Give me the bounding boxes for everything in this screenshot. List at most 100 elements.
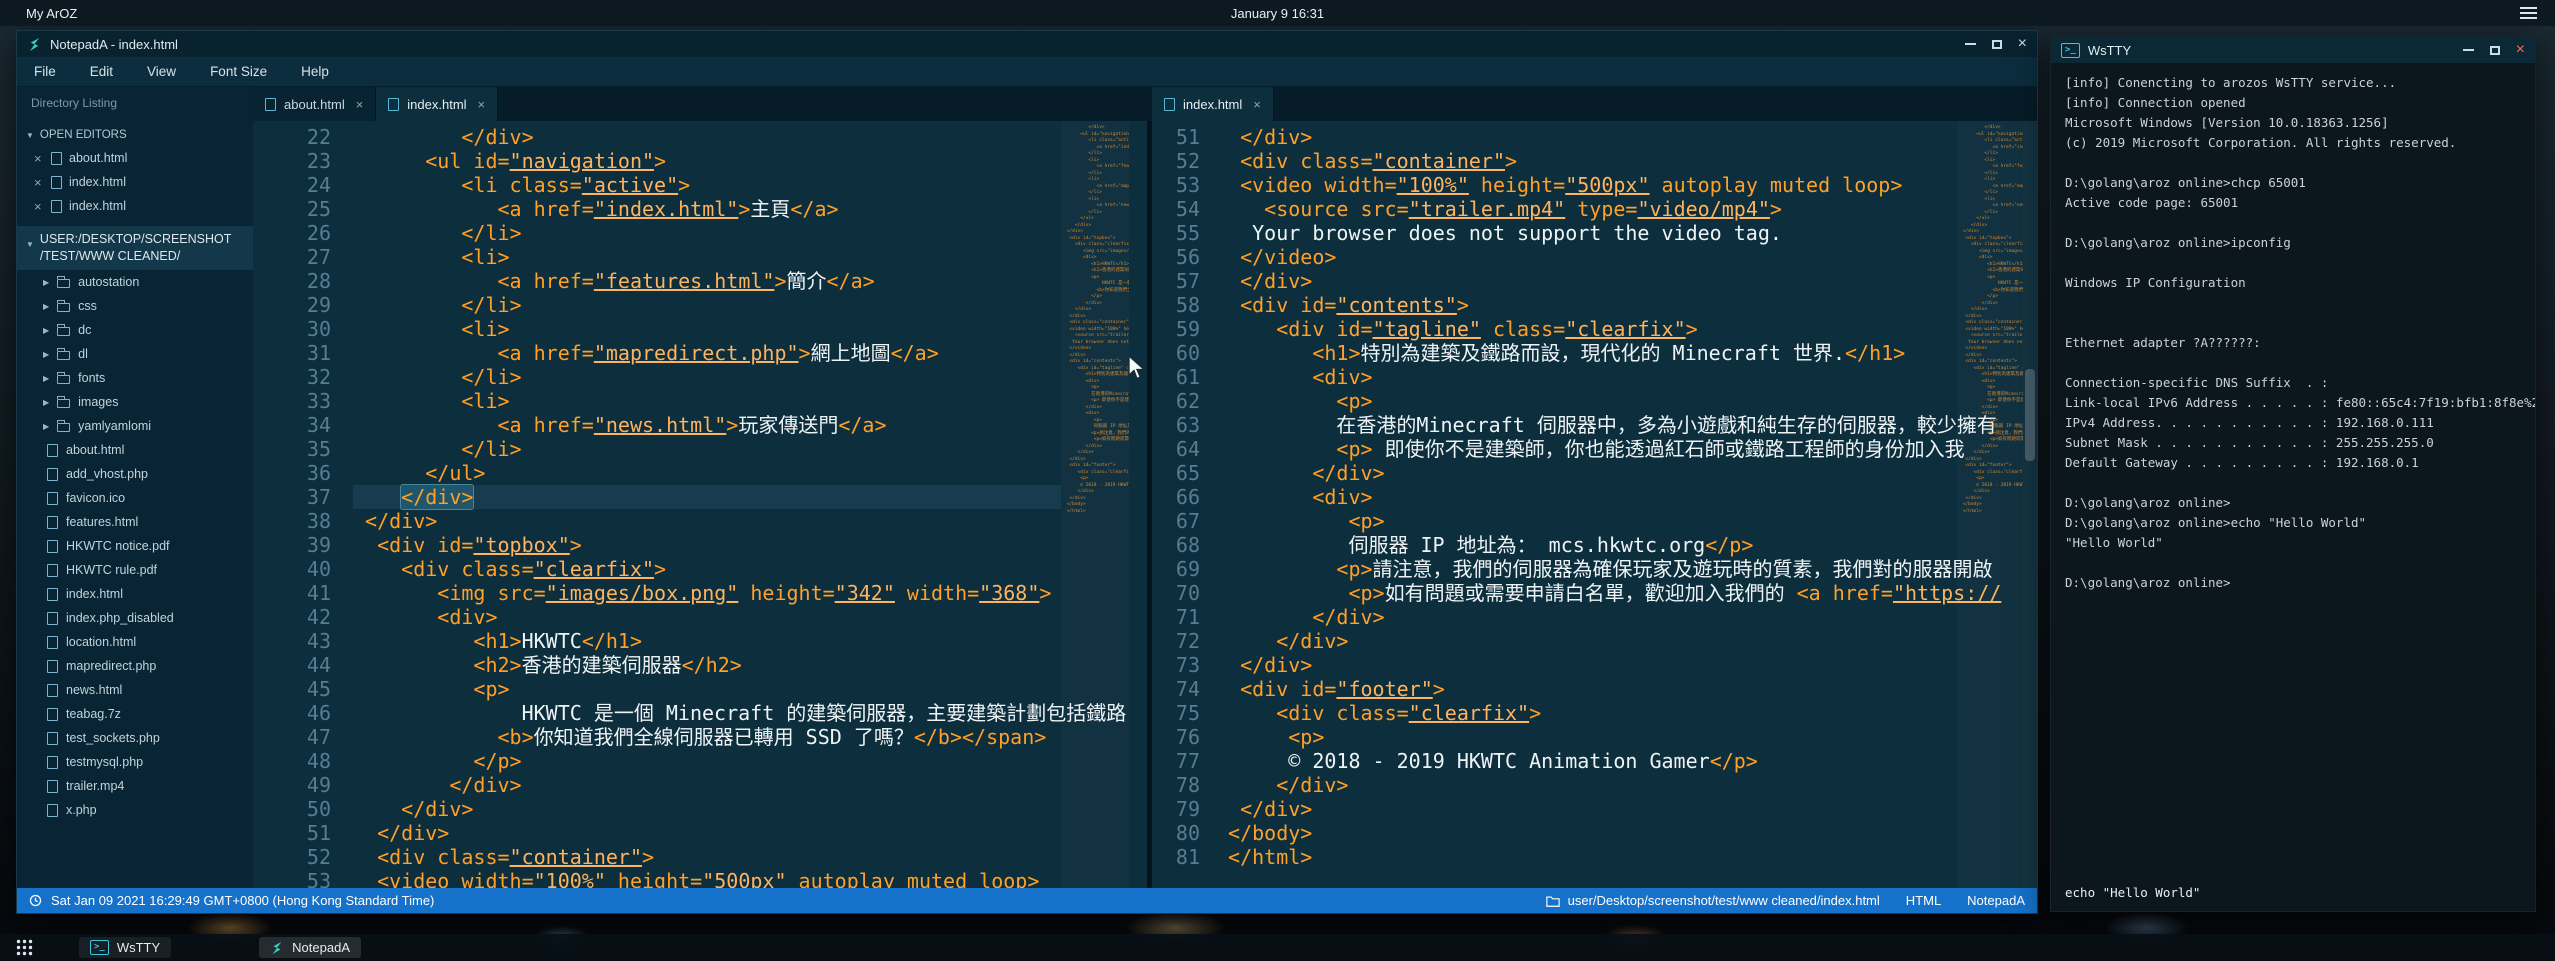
line-number[interactable]: 43 [253,629,331,653]
file-item[interactable]: news.html [17,678,253,702]
taskbar-item-wstty[interactable]: >_ WsTTY [79,937,171,958]
code-line[interactable]: </div> [353,797,1061,821]
line-number[interactable]: 33 [253,389,331,413]
line-number[interactable]: 28 [253,269,331,293]
line-number[interactable]: 44 [253,653,331,677]
code-line[interactable]: </div> [353,485,1061,509]
code-line[interactable]: </div> [1216,797,1955,821]
minimap[interactable]: </div> <ul id="navigation"> <li class="a… [1061,121,1129,888]
line-number[interactable]: 52 [253,845,331,869]
line-number[interactable]: 66 [1152,485,1200,509]
code-line[interactable]: <p> [1216,389,1955,413]
code-line[interactable]: <p> [1216,725,1955,749]
close-button[interactable]: × [2018,36,2027,52]
code-line[interactable]: <p>請注意，我們的伺服器為確保玩家及遊玩時的質素，我們對的服器開啟 [1216,557,1955,581]
close-button[interactable]: × [2516,42,2525,58]
code-line[interactable]: <li> [353,389,1061,413]
line-number[interactable]: 39 [253,533,331,557]
code-line[interactable]: </ul> [353,461,1061,485]
code-line[interactable]: <p> 即使你不是建築師，你也能透過紅石師或鐵路工程師的身份加入我 [1216,437,1955,461]
line-number[interactable]: 67 [1152,509,1200,533]
code-line[interactable]: Your browser does not support the video … [1216,221,1955,245]
tree-root-header[interactable]: ▼ USER:/DESKTOP/SCREENSHOT/TEST/WWW CLEA… [17,226,253,270]
line-number[interactable]: 38 [253,509,331,533]
line-number[interactable]: 64 [1152,437,1200,461]
open-editors-header[interactable]: ▼ OPEN EDITORS [17,124,253,146]
line-number[interactable]: 60 [1152,341,1200,365]
line-number[interactable]: 56 [1152,245,1200,269]
code-line[interactable]: </div> [353,509,1061,533]
folder-item[interactable]: ▶dl [17,342,253,366]
line-number[interactable]: 36 [253,461,331,485]
file-item[interactable]: features.html [17,510,253,534]
line-number[interactable]: 79 [1152,797,1200,821]
line-number[interactable]: 77 [1152,749,1200,773]
close-file-icon[interactable]: × [34,175,44,190]
editor-pane-right[interactable]: 5152535455565758596061626364656667686970… [1152,121,2037,888]
file-item[interactable]: index.php_disabled [17,606,253,630]
line-number[interactable]: 81 [1152,845,1200,869]
line-number[interactable]: 74 [1152,677,1200,701]
code-line[interactable]: <div id="footer"> [1216,677,1955,701]
vertical-scrollbar[interactable] [2023,121,2037,888]
code-line[interactable]: 在香港的Minecraft 伺服器中，多為小遊戲和純生存的伺服器，較少擁有 [1216,413,1955,437]
line-number[interactable]: 71 [1152,605,1200,629]
code-line[interactable]: </li> [353,365,1061,389]
code-line[interactable]: <a href="features.html">簡介</a> [353,269,1061,293]
code-line[interactable]: <a href="news.html">玩家傳送門</a> [353,413,1061,437]
code-line[interactable]: <a href="index.html">主頁</a> [353,197,1061,221]
code-line[interactable]: <div class="container"> [353,845,1061,869]
line-number[interactable]: 27 [253,245,331,269]
code-line[interactable]: </body> [1216,821,1955,845]
code-line[interactable]: </div> [1216,773,1955,797]
file-item[interactable]: HKWTC notice.pdf [17,534,253,558]
tab-close-icon[interactable]: × [356,97,364,112]
code-line[interactable]: <div class="container"> [1216,149,1955,173]
code-line[interactable]: <p> [353,677,1061,701]
line-number[interactable]: 48 [253,749,331,773]
line-number[interactable]: 68 [1152,533,1200,557]
code-line[interactable]: </div> [1216,653,1955,677]
code-line[interactable]: </li> [353,221,1061,245]
file-item[interactable]: testmysql.php [17,750,253,774]
file-item[interactable]: test_sockets.php [17,726,253,750]
terminal-input-echo[interactable]: echo "Hello World" [2065,885,2200,901]
code-line[interactable]: <video width="100%" height="500px" autop… [1216,173,1955,197]
folder-item[interactable]: ▶images [17,390,253,414]
code-line[interactable]: </div> [353,125,1061,149]
folder-item[interactable]: ▶yamlyamlomi [17,414,253,438]
line-number[interactable]: 55 [1152,221,1200,245]
terminal-output[interactable]: [info] Conencting to arozos WsTTY servic… [2051,63,2535,911]
app-grid-icon[interactable] [16,939,33,956]
wstty-titlebar[interactable]: >_ WsTTY × [2051,37,2535,63]
file-item[interactable]: x.php [17,798,253,822]
chevron-right-icon[interactable]: ▶ [43,326,49,335]
line-number[interactable]: 70 [1152,581,1200,605]
line-number[interactable]: 45 [253,677,331,701]
folder-item[interactable]: ▶autostation [17,270,253,294]
line-number[interactable]: 72 [1152,629,1200,653]
notepada-titlebar[interactable]: NotepadA - index.html × [17,31,2037,57]
line-number[interactable]: 29 [253,293,331,317]
line-number[interactable]: 24 [253,173,331,197]
editor-tab-about.html[interactable]: about.html× [253,87,376,121]
line-number[interactable]: 75 [1152,701,1200,725]
line-number[interactable]: 26 [253,221,331,245]
line-number[interactable]: 62 [1152,389,1200,413]
line-number[interactable]: 78 [1152,773,1200,797]
code-line[interactable]: </div> [1216,605,1955,629]
line-number[interactable]: 51 [253,821,331,845]
code-line[interactable]: </div> [353,821,1061,845]
line-number[interactable]: 61 [1152,365,1200,389]
line-number-gutter[interactable]: 2223242526272829303132333435363738394041… [253,125,331,888]
code-line[interactable]: <li> [353,245,1061,269]
tab-close-icon[interactable]: × [1253,97,1261,112]
open-editor-item[interactable]: ×index.html [17,170,253,194]
folder-item[interactable]: ▶css [17,294,253,318]
line-number-gutter[interactable]: 5152535455565758596061626364656667686970… [1152,125,1200,869]
code-line[interactable]: <h1>特別為建築及鐵路而設，現代化的 Minecraft 世界.</h1> [1216,341,1955,365]
open-editor-item[interactable]: ×about.html [17,146,253,170]
line-number[interactable]: 30 [253,317,331,341]
code-line[interactable]: </video> [1216,245,1955,269]
line-number[interactable]: 41 [253,581,331,605]
